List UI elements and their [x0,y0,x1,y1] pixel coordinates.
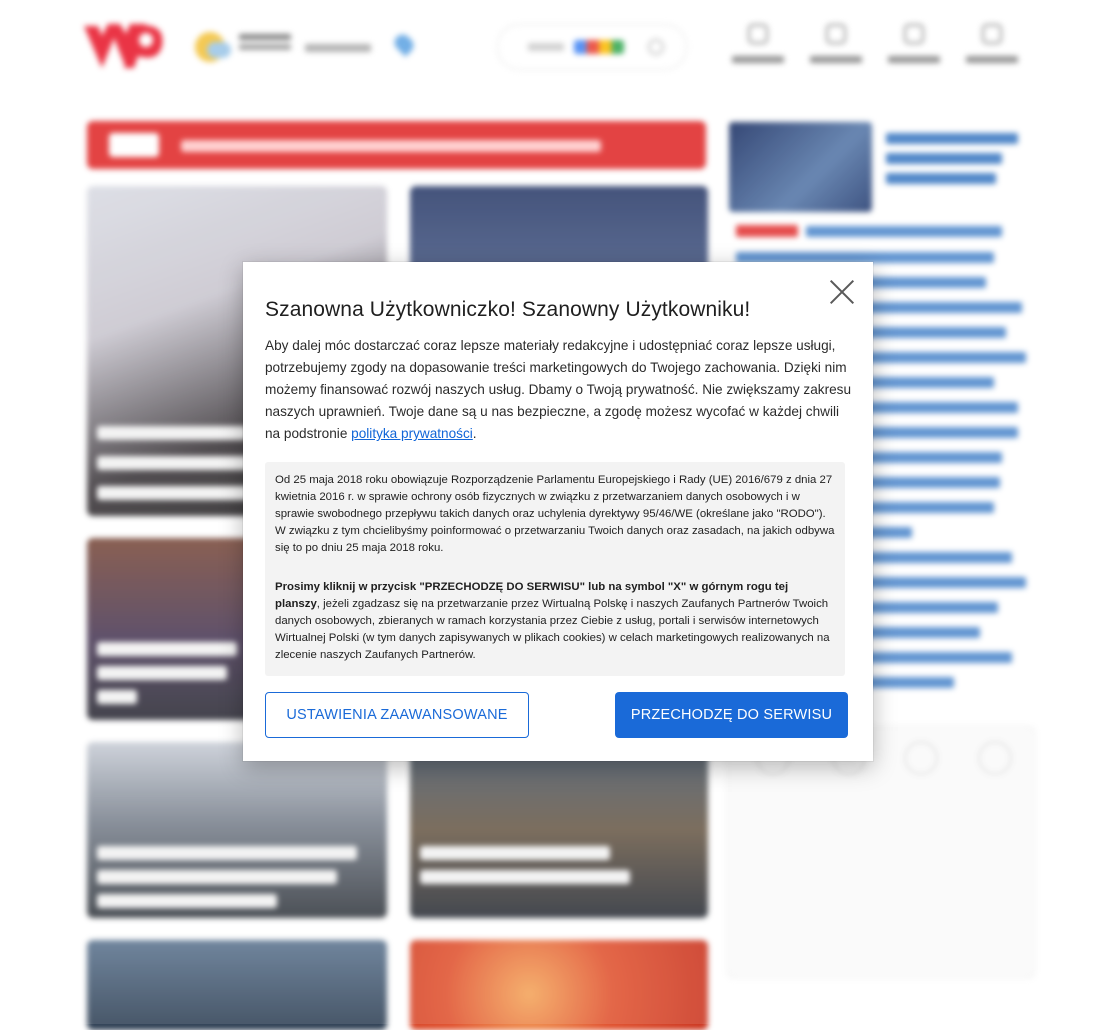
legal-paragraph-rest: , jeżeli zgadzasz się na przetwarzanie p… [275,598,830,661]
privacy-policy-link[interactable]: polityka prywatności [351,426,473,441]
legal-paragraph: Prosimy kliknij w przycisk "PRZECHODZĘ D… [275,579,835,664]
legal-text-box[interactable]: Od 25 maja 2018 roku obowiązuje Rozporzą… [265,462,845,676]
consent-modal: Szanowna Użytkowniczko! Szanowny Użytkow… [243,262,873,761]
close-icon[interactable] [828,278,856,306]
intro-end: . [472,426,477,441]
modal-title: Szanowna Użytkowniczko! Szanowny Użytkow… [265,298,751,321]
advanced-settings-button[interactable]: USTAWIENIA ZAAWANSOWANE [265,692,529,738]
proceed-to-site-button[interactable]: PRZECHODZĘ DO SERWISU [615,692,848,738]
legal-paragraph: Od 25 maja 2018 roku obowiązuje Rozporzą… [275,474,835,554]
modal-intro: Aby dalej móc dostarczać coraz lepsze ma… [265,335,853,445]
